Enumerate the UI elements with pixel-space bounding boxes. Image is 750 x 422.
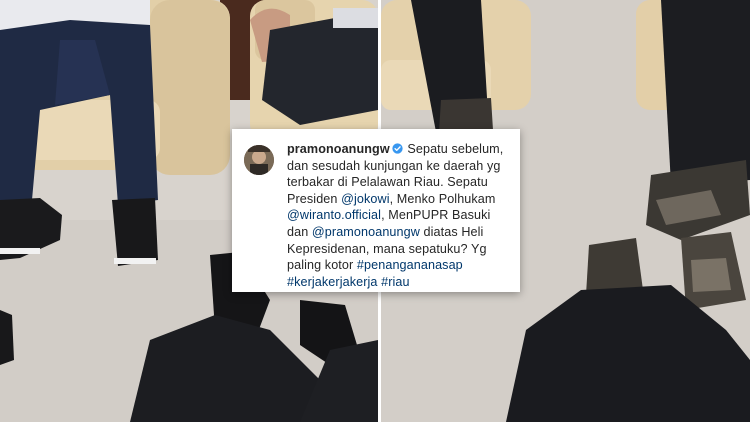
profile-avatar[interactable] xyxy=(244,145,274,175)
mention-link[interactable]: @wiranto.official xyxy=(287,208,381,222)
hashtag-link[interactable]: #kerjakerjakerja xyxy=(287,275,378,289)
caption-segment: , Menko Polhukam xyxy=(389,191,496,206)
hashtag-link[interactable]: #riau xyxy=(381,275,410,289)
instagram-caption-card: pramonoanungw Sepatu sebelum, dan sesuda… xyxy=(232,129,520,292)
mention-link[interactable]: @pramonoanungw xyxy=(312,225,420,239)
username-link[interactable]: pramonoanungw xyxy=(287,142,390,156)
verified-badge-icon xyxy=(392,143,403,154)
hashtag-link[interactable]: #penangananasap xyxy=(357,258,463,272)
caption-text: pramonoanungw Sepatu sebelum, dan sesuda… xyxy=(287,141,511,290)
mention-link[interactable]: @jokowi xyxy=(341,192,389,206)
caption-body: Sepatu sebelum, dan sesudah kunjungan ke… xyxy=(287,142,503,289)
collage-frame: pramonoanungw Sepatu sebelum, dan sesuda… xyxy=(0,0,750,422)
